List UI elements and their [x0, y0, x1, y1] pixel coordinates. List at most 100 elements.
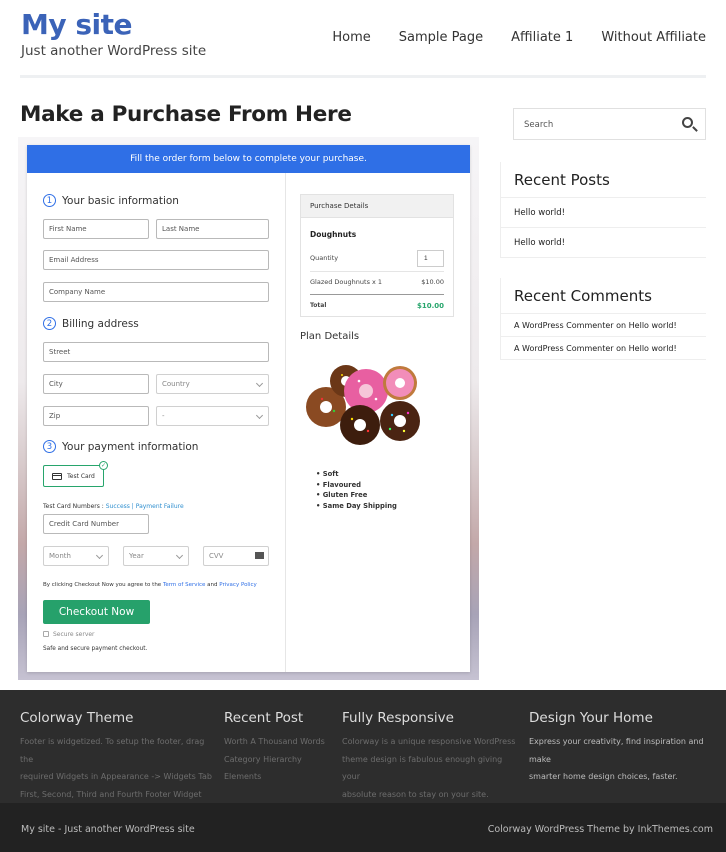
- quantity-input[interactable]: 1: [417, 250, 444, 267]
- site-title[interactable]: My site: [21, 8, 133, 41]
- page-title: Make a Purchase From Here: [20, 102, 352, 127]
- lock-icon: [43, 631, 49, 637]
- comment-on: on: [613, 321, 629, 330]
- recent-post-link[interactable]: Hello world!: [501, 228, 706, 258]
- checkout-now-button[interactable]: Checkout Now: [43, 600, 150, 624]
- plan-features: Soft Flavoured Gluten Free Same Day Ship…: [316, 469, 397, 511]
- donut-sprinkle-right: [380, 401, 420, 441]
- last-name-field[interactable]: Last Name: [156, 219, 269, 239]
- footer-col-text: required Widgets in Appearance -> Widget…: [20, 772, 212, 781]
- footer-site-credit[interactable]: My site - Just another WordPress site: [21, 824, 195, 835]
- check-icon: ✓: [99, 461, 108, 470]
- footer-col-text: Colorway is a unique responsive WordPres…: [342, 737, 516, 746]
- line-item-label: Glazed Doughnuts x 1: [310, 278, 383, 286]
- agreement-text: By clicking Checkout Now you agree to th…: [43, 582, 257, 588]
- first-name-field[interactable]: First Name: [43, 219, 149, 239]
- product-name: Doughnuts: [310, 230, 357, 239]
- footer-col-text: theme design is fabulous enough giving y…: [342, 754, 503, 782]
- footer-post-link[interactable]: Worth A Thousand Words: [224, 733, 334, 751]
- street-field[interactable]: Street: [43, 342, 269, 362]
- state-select[interactable]: -: [156, 406, 269, 426]
- and-text: and: [205, 582, 220, 588]
- step-number: 2: [43, 317, 56, 330]
- comment-author-link[interactable]: A WordPress Commenter: [514, 321, 614, 330]
- recent-post-link[interactable]: Hello world!: [501, 198, 706, 228]
- step-number: 3: [43, 440, 56, 453]
- zip-field[interactable]: Zip: [43, 406, 149, 426]
- nav-sample-page[interactable]: Sample Page: [399, 30, 483, 45]
- footer-theme-credit[interactable]: Colorway WordPress Theme by InkThemes.co…: [488, 824, 713, 835]
- total-value: $10.00: [416, 302, 444, 310]
- quantity-label: Quantity: [310, 254, 339, 262]
- footer-col-title: Colorway Theme: [20, 710, 134, 726]
- email-field[interactable]: Email Address: [43, 250, 269, 270]
- comment-post-link[interactable]: Hello world!: [629, 321, 677, 330]
- footer-col-responsive: Fully Responsive Colorway is a unique re…: [342, 710, 522, 803]
- purchase-details-header: Purchase Details: [301, 195, 453, 218]
- search-placeholder: Search: [524, 120, 554, 130]
- month-select[interactable]: Month: [43, 546, 109, 566]
- section-title: Billing address: [62, 317, 139, 330]
- divider: [310, 271, 444, 272]
- footer-col-text: smarter home design choices, faster.: [529, 772, 678, 781]
- city-field[interactable]: City: [43, 374, 149, 394]
- donuts-image: [306, 365, 420, 445]
- recent-posts-title: Recent Posts: [501, 162, 706, 198]
- footer-col-design: Design Your Home Express your creativity…: [529, 710, 724, 786]
- recent-comment: A WordPress Commenter on Hello world!: [501, 314, 706, 337]
- checkout-background: Fill the order form below to complete yo…: [18, 137, 479, 680]
- total-label: Total: [310, 302, 327, 309]
- search-icon[interactable]: [682, 117, 693, 128]
- section-payment: 3 Your payment information: [43, 440, 198, 453]
- footer-col-text: Express your creativity, find inspiratio…: [529, 737, 704, 764]
- footer-col-text: Footer is widgetized. To setup the foote…: [20, 737, 205, 764]
- card-number-field[interactable]: Credit Card Number: [43, 514, 149, 534]
- checkout-form: Fill the order form below to complete yo…: [27, 145, 470, 672]
- footer-col-text: First, Second, Third and Fourth Footer W…: [20, 789, 202, 799]
- section-title: Your payment information: [62, 440, 199, 453]
- footer-col-text: absolute reason to stay on your site.: [342, 789, 489, 799]
- cvv-field[interactable]: CVV: [203, 546, 269, 566]
- footer-post-link[interactable]: Category Hierarchy: [224, 751, 334, 769]
- total-row: Total $10.00: [310, 302, 444, 310]
- donut-dark-bottom: [340, 405, 380, 445]
- recent-posts-widget: Recent Posts Hello world! Hello world!: [500, 162, 706, 258]
- terms-link[interactable]: Term of Service: [163, 582, 205, 588]
- payment-option-test-card[interactable]: Test Card ✓: [43, 461, 108, 487]
- comment-on: on: [613, 344, 629, 353]
- comment-author-link[interactable]: A WordPress Commenter: [514, 344, 614, 353]
- feature-item: Flavoured: [316, 480, 397, 491]
- nav-affiliate-1[interactable]: Affiliate 1: [511, 30, 573, 45]
- nav-without-affiliate[interactable]: Without Affiliate: [601, 30, 706, 45]
- test-failure-link[interactable]: Payment Failure: [136, 503, 184, 510]
- privacy-link[interactable]: Privacy Policy: [219, 582, 256, 588]
- site-tagline: Just another WordPress site: [21, 43, 207, 59]
- footer-bottom-bar: My site - Just another WordPress site Co…: [0, 803, 726, 852]
- test-success-link[interactable]: Success: [106, 503, 130, 510]
- recent-comments-title: Recent Comments: [501, 278, 706, 314]
- nav-home[interactable]: Home: [332, 30, 370, 45]
- payment-option-label: Test Card: [67, 472, 95, 480]
- footer-post-link[interactable]: Elements: [224, 768, 334, 786]
- section-basic-info: 1 Your basic information: [43, 194, 179, 207]
- footer-widgets: Colorway Theme Footer is widgetized. To …: [0, 690, 726, 803]
- search-input[interactable]: Search: [513, 108, 706, 140]
- footer-col-recent-post: Recent Post Worth A Thousand Words Categ…: [224, 710, 334, 786]
- comment-post-link[interactable]: Hello world!: [629, 344, 677, 353]
- secure-note: Safe and secure payment checkout.: [43, 646, 148, 652]
- footer-col-title: Recent Post: [224, 710, 304, 726]
- header-divider: [20, 75, 706, 78]
- recent-comments-widget: Recent Comments A WordPress Commenter on…: [500, 278, 706, 360]
- year-select[interactable]: Year: [123, 546, 189, 566]
- footer-col-title: Design Your Home: [529, 710, 653, 726]
- section-billing: 2 Billing address: [43, 317, 139, 330]
- form-banner: Fill the order form below to complete yo…: [27, 145, 470, 173]
- feature-item: Same Day Shipping: [316, 501, 397, 512]
- main-nav: Home Sample Page Affiliate 1 Without Aff…: [304, 30, 706, 45]
- company-field[interactable]: Company Name: [43, 282, 269, 302]
- test-card-numbers: Test Card Numbers : Success | Payment Fa…: [43, 503, 184, 510]
- country-select[interactable]: Country: [156, 374, 269, 394]
- footer-col-title: Fully Responsive: [342, 710, 454, 726]
- purchase-details: Purchase Details Doughnuts Quantity 1 Gl…: [300, 194, 454, 317]
- credit-card-icon: [52, 472, 63, 480]
